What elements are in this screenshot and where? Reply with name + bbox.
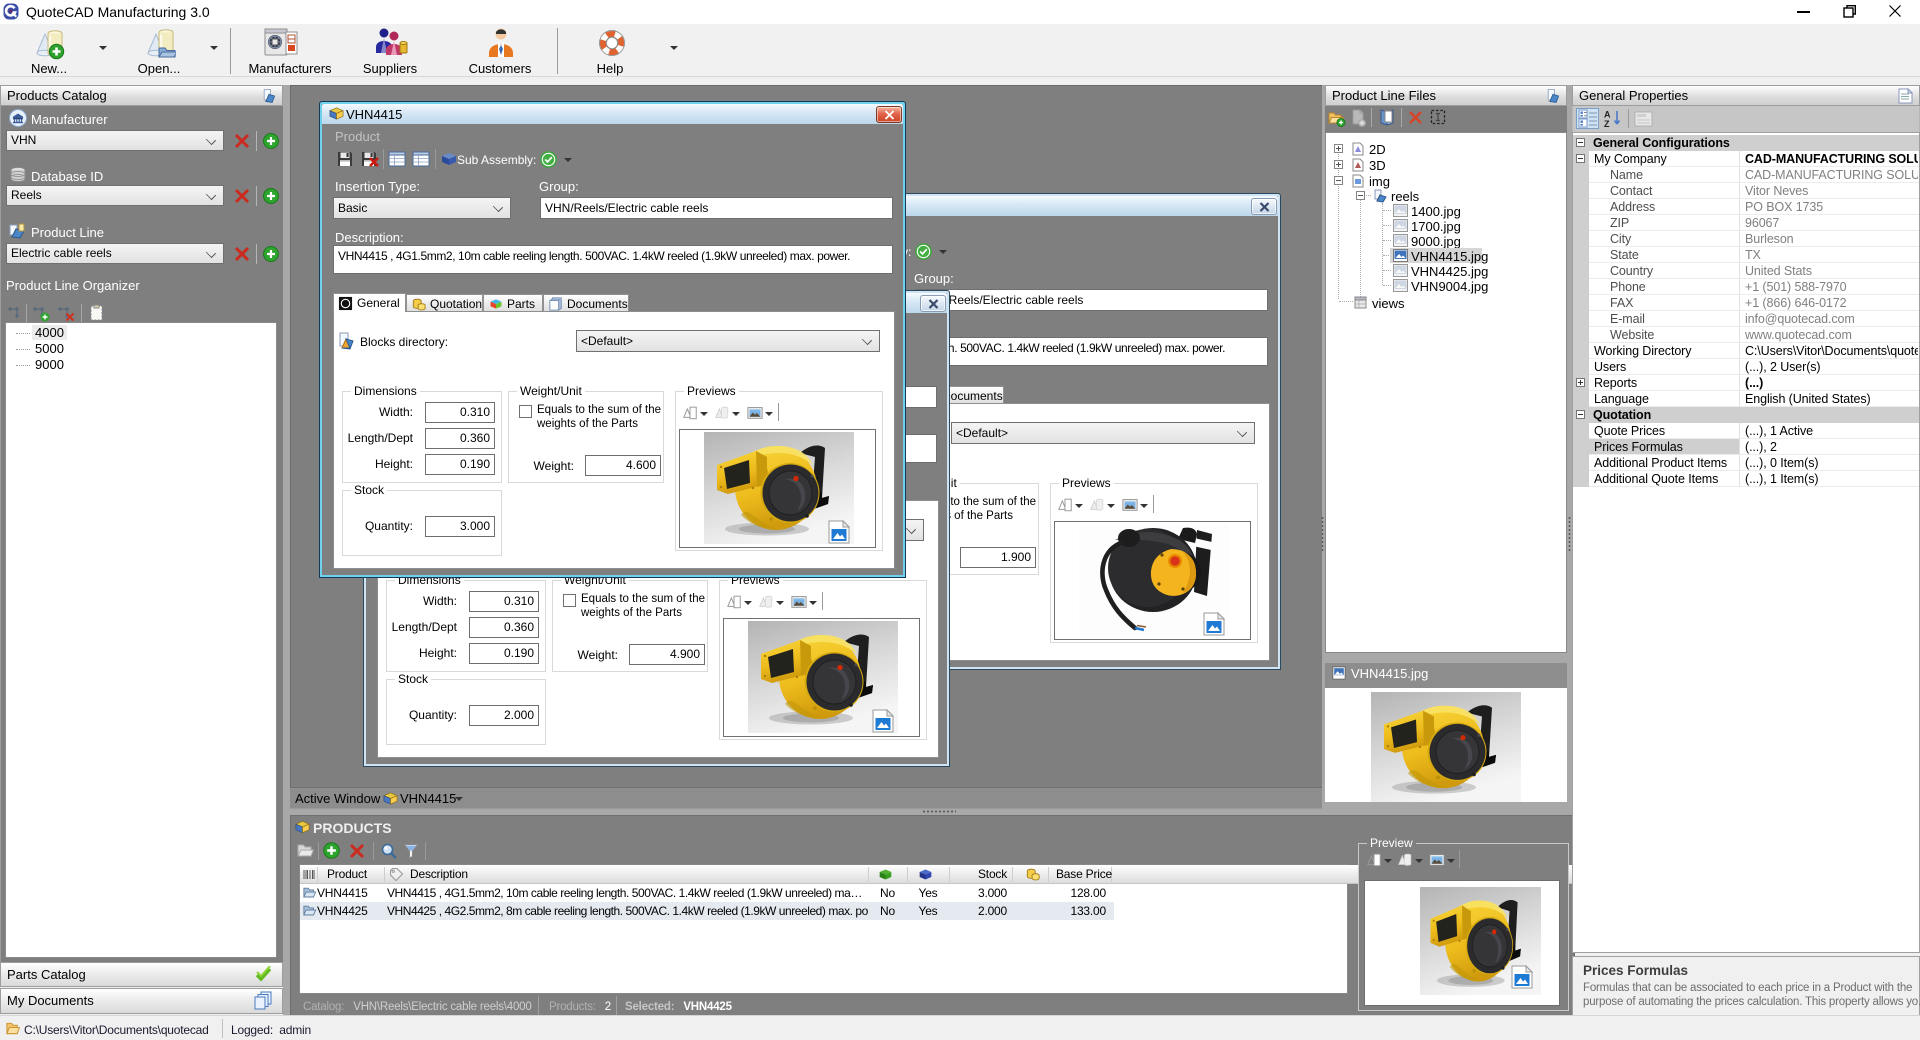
svg-text:A: A	[1604, 110, 1611, 120]
svg-text:Z: Z	[1604, 119, 1610, 128]
